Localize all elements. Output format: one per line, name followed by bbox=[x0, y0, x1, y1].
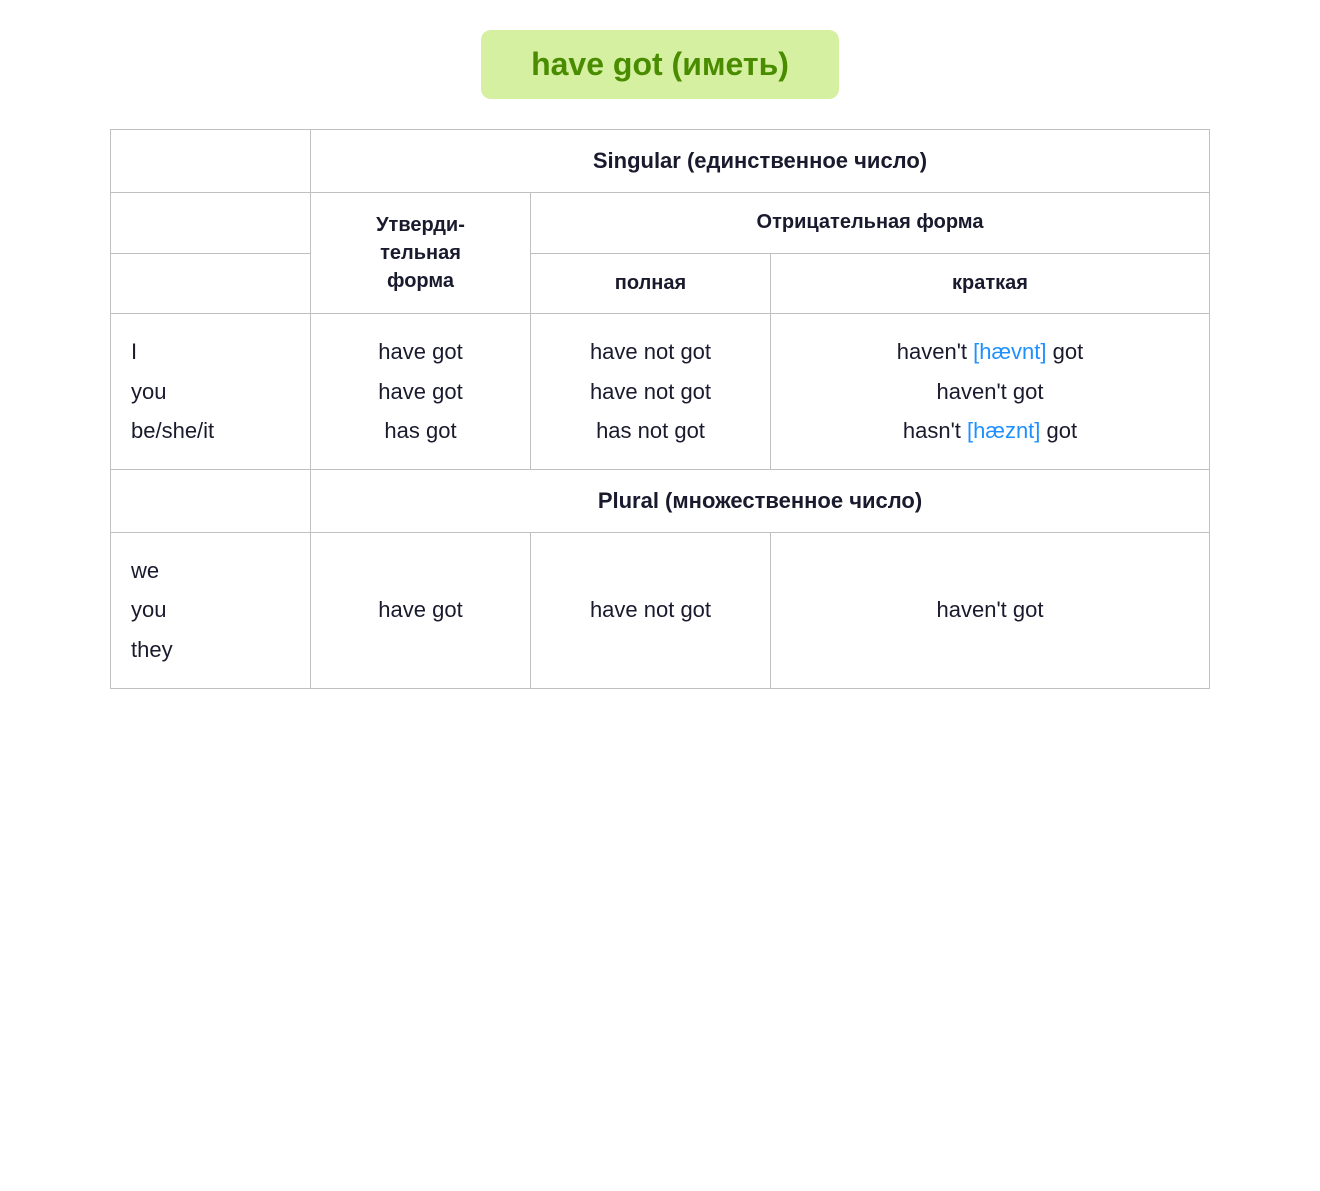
plural-affirmative: have got bbox=[311, 532, 531, 688]
column-headers-row2: полная краткая bbox=[111, 253, 1210, 314]
singular-data-row: I you be/she/it have got have got has go… bbox=[111, 314, 1210, 470]
aff-you: have got bbox=[378, 379, 462, 404]
plural-negative-full: have not got bbox=[531, 532, 771, 688]
phonetic-havent: [hævnt] bbox=[973, 339, 1046, 364]
plural-data-row: we you they have got have not got haven'… bbox=[111, 532, 1210, 688]
singular-header-row: Singular (единственное число) bbox=[111, 130, 1210, 193]
grammar-table: Singular (единственное число) Утверди-те… bbox=[110, 129, 1210, 689]
pronoun-i: I bbox=[131, 339, 137, 364]
plural-header-row: Plural (множественное число) bbox=[111, 469, 1210, 532]
singular-negative-full: have not got have not got has not got bbox=[531, 314, 771, 470]
neg-short-i: haven't [hævnt] got bbox=[897, 339, 1083, 364]
pronoun-we: we bbox=[131, 558, 159, 583]
empty-cell-plural bbox=[111, 469, 311, 532]
phonetic-hasnt: [hæznt] bbox=[967, 418, 1040, 443]
affirmative-header: Утверди-тельнаяформа bbox=[311, 193, 531, 314]
pronoun-they: they bbox=[131, 637, 173, 662]
singular-header: Singular (единственное число) bbox=[311, 130, 1210, 193]
empty-cell-mid bbox=[111, 193, 311, 254]
empty-cell-sub bbox=[111, 253, 311, 314]
title-badge: have got (иметь) bbox=[481, 30, 839, 99]
neg-full-i: have not got bbox=[590, 339, 711, 364]
singular-affirmative: have got have got has got bbox=[311, 314, 531, 470]
aff-i: have got bbox=[378, 339, 462, 364]
neg-short-you: haven't got bbox=[937, 379, 1044, 404]
neg-full-you: have not got bbox=[590, 379, 711, 404]
column-headers-row1: Утверди-тельнаяформа Отрицательная форма bbox=[111, 193, 1210, 254]
neg-full-he: has not got bbox=[596, 418, 705, 443]
negative-full-subheader: полная bbox=[531, 253, 771, 314]
plural-pronouns: we you they bbox=[111, 532, 311, 688]
negative-short-subheader: краткая bbox=[771, 253, 1210, 314]
singular-pronouns: I you be/she/it bbox=[111, 314, 311, 470]
pronoun-he-she-it: be/she/it bbox=[131, 418, 214, 443]
pronoun-you-pl: you bbox=[131, 597, 166, 622]
page-container: have got (иметь) Singular (единственное … bbox=[110, 30, 1210, 689]
page-title: have got (иметь) bbox=[531, 46, 789, 82]
affirmative-header-text: Утверди-тельнаяформа bbox=[376, 214, 465, 292]
singular-negative-short: haven't [hævnt] got haven't got hasn't [… bbox=[771, 314, 1210, 470]
neg-short-he: hasn't [hæznt] got bbox=[903, 418, 1077, 443]
plural-header: Plural (множественное число) bbox=[311, 469, 1210, 532]
pronoun-you: you bbox=[131, 379, 166, 404]
empty-cell-top bbox=[111, 130, 311, 193]
aff-he: has got bbox=[384, 418, 456, 443]
negative-header: Отрицательная форма bbox=[531, 193, 1210, 254]
plural-negative-short: haven't got bbox=[771, 532, 1210, 688]
